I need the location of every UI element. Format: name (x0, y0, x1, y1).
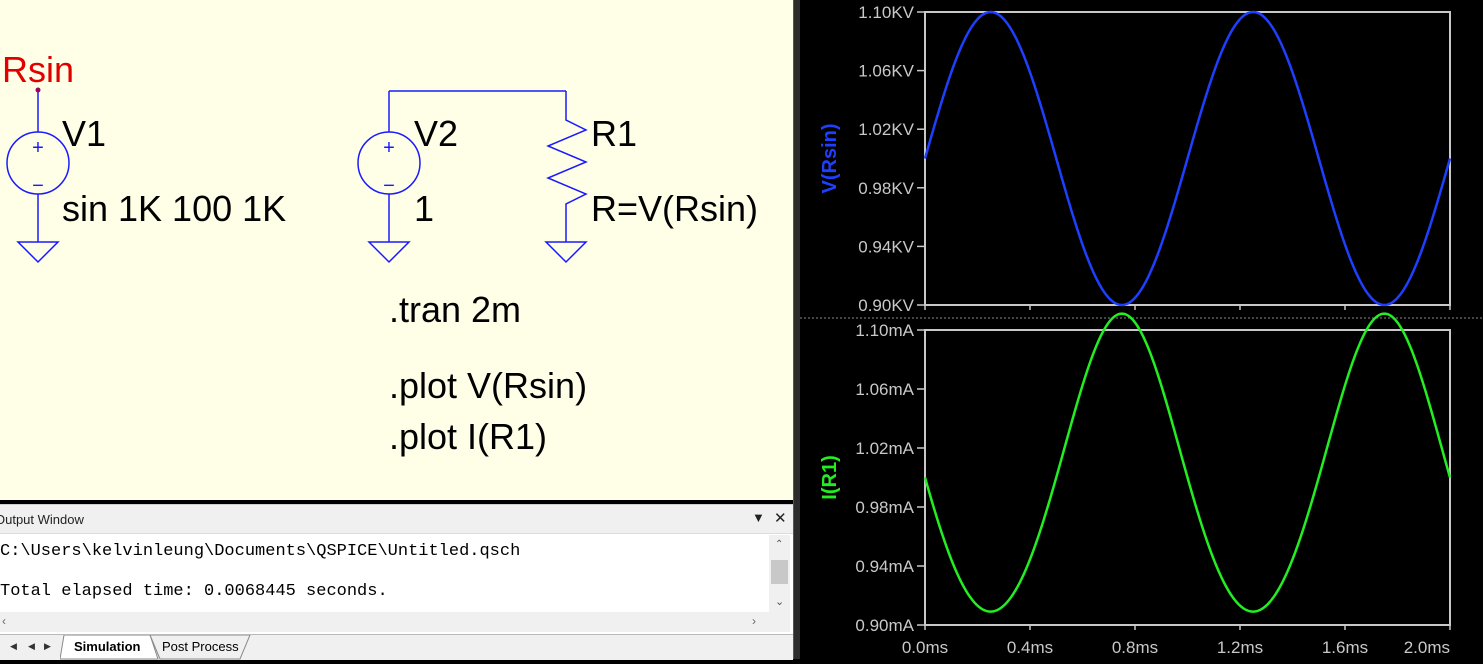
y-tick-label: 1.06mA (855, 380, 914, 399)
scroll-right-icon[interactable]: › (752, 614, 756, 628)
output-window-titlebar[interactable]: Output Window ▼ ✕ (0, 505, 793, 534)
y-tick-label: 0.94KV (858, 237, 914, 256)
tab-post-process[interactable]: Post Process (162, 639, 239, 654)
scrollbar-thumb[interactable] (771, 560, 788, 584)
output-line: C:\Users\kelvinleung\Documents\QSPICE\Un… (0, 542, 521, 561)
r1-name[interactable]: R1 (591, 113, 637, 154)
directive-plot-v[interactable]: .plot V(Rsin) (389, 365, 587, 406)
scroll-down-icon[interactable]: ⌄ (775, 595, 784, 608)
vertical-scrollbar[interactable]: ⌃ ⌄ (769, 535, 790, 613)
schematic-drawing[interactable]: Rsin + − V1 sin 1K 100 1K + − V2 1 R1 R=… (0, 0, 793, 500)
y-axis-label[interactable]: V(Rsin) (819, 124, 841, 194)
r1-value[interactable]: R=V(Rsin) (591, 188, 758, 229)
waveform-viewer[interactable]: 0.90KV 0.94KV 0.98KV 1.02KV 1.06KV 1.10KV V(Rs… (800, 0, 1483, 659)
plot-i-r1[interactable]: 0.90mA 0.94mA 0.98mA 1.02mA 1.06mA 1.10mA 0.0m… (819, 312, 1452, 657)
x-tick-label: 1.6ms (1322, 638, 1368, 657)
schematic-canvas[interactable]: Rsin + − V1 sin 1K 100 1K + − V2 1 R1 R=… (0, 0, 793, 500)
voltage-source-v1[interactable]: + − (6, 131, 70, 264)
svg-text:+: + (383, 137, 395, 159)
scroll-left-icon[interactable]: ‹ (2, 614, 6, 628)
y-tick-label: 1.02mA (855, 439, 914, 458)
output-window-title: Output Window (0, 512, 84, 527)
voltage-source-v2[interactable]: + − (357, 90, 566, 264)
y-tick-label: 1.02KV (858, 120, 914, 139)
ground-symbol (367, 241, 411, 264)
net-pin (35, 87, 41, 93)
tab-bar: ◀ ◀ ▶ Simulation Post Process (0, 634, 793, 660)
v2-name[interactable]: V2 (414, 113, 458, 154)
first-tab-icon[interactable]: ◀ (10, 641, 17, 652)
output-line: Total elapsed time: 0.0068445 seconds. (0, 582, 388, 601)
next-tab-icon[interactable]: ▶ (44, 641, 51, 652)
directive-tran[interactable]: .tran 2m (389, 289, 521, 330)
y-tick-label: 1.10KV (858, 3, 914, 22)
y-tick-label: 0.90mA (855, 616, 914, 635)
scroll-up-icon[interactable]: ⌃ (775, 539, 783, 550)
tab-simulation[interactable]: Simulation (74, 639, 140, 654)
ground-symbol (16, 241, 60, 264)
svg-text:+: + (32, 137, 44, 159)
y-tick-label: 0.90KV (858, 296, 914, 315)
chevron-down-icon[interactable]: ▼ (752, 510, 765, 525)
waveform-trace[interactable] (923, 312, 1452, 613)
v1-value[interactable]: sin 1K 100 1K (62, 188, 286, 229)
ground-symbol (544, 241, 588, 264)
svg-text:−: − (32, 175, 44, 197)
waveform-trace[interactable] (923, 10, 1452, 307)
resistor-r1[interactable] (544, 91, 588, 264)
x-tick-label: 0.0ms (902, 638, 948, 657)
directive-plot-i[interactable]: .plot I(R1) (389, 416, 547, 457)
net-label-rsin[interactable]: Rsin (2, 49, 74, 90)
close-icon[interactable]: ✕ (774, 509, 787, 527)
svg-text:−: − (383, 175, 395, 197)
x-tick-label: 0.8ms (1112, 638, 1158, 657)
horizontal-scrollbar[interactable]: ‹ › (0, 612, 790, 632)
y-tick-label: 0.98KV (858, 179, 914, 198)
y-tick-label: 0.94mA (855, 557, 914, 576)
x-tick-label: 0.4ms (1007, 638, 1053, 657)
y-tick-label: 0.98mA (855, 498, 914, 517)
y-axis-label[interactable]: I(R1) (819, 455, 841, 499)
x-tick-label: 2.0ms (1404, 638, 1450, 657)
prev-tab-icon[interactable]: ◀ (28, 641, 35, 652)
x-tick-label: 1.2ms (1217, 638, 1263, 657)
waveform-plots[interactable]: 0.90KV 0.94KV 0.98KV 1.02KV 1.06KV 1.10KV V(Rs… (800, 0, 1483, 659)
y-tick-label: 1.06KV (858, 62, 914, 81)
v2-value[interactable]: 1 (414, 188, 434, 229)
v1-name[interactable]: V1 (62, 113, 106, 154)
y-tick-label: 1.10mA (855, 321, 914, 340)
plot-v-rsin[interactable]: 0.90KV 0.94KV 0.98KV 1.02KV 1.06KV 1.10KV V(Rs… (819, 3, 1452, 315)
